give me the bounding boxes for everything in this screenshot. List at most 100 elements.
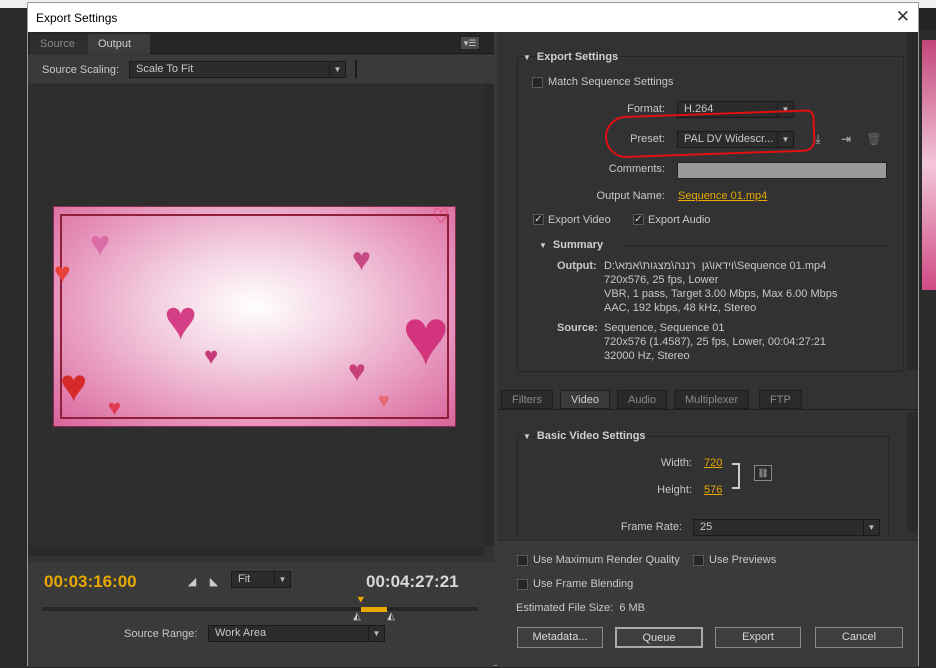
work-area-start-handle-icon[interactable]: ◭ — [351, 611, 363, 623]
heart-graphic: ♥ — [108, 395, 122, 420]
tab-audio[interactable]: Audio — [617, 390, 668, 409]
heart-graphic: ♥ — [348, 355, 366, 388]
chevron-down-icon: ▼ — [329, 62, 345, 77]
current-timecode[interactable]: 00:03:16:00 — [44, 572, 137, 592]
tab-video[interactable]: Video — [560, 390, 610, 409]
mark-out-icon[interactable]: ◣ — [208, 575, 220, 588]
frame-blending-label: Use Frame Blending — [533, 578, 634, 590]
aspect-bracket — [732, 463, 740, 489]
tab-multiplexer[interactable]: Multiplexer — [674, 390, 750, 409]
comments-input[interactable] — [677, 162, 887, 179]
summary-title: Summary — [552, 239, 604, 251]
summary-section[interactable]: ▼ Summary — [539, 239, 603, 251]
delete-preset-icon[interactable]: 🗑 — [865, 132, 883, 148]
preview-horizontal-scrollbar[interactable] — [28, 546, 484, 556]
source-range-label: Source Range: — [124, 628, 198, 640]
source-scaling-value: Scale To Fit — [136, 63, 194, 75]
heart-graphic: ♥ — [402, 292, 450, 381]
work-area-bar[interactable] — [361, 607, 387, 612]
source-range-dropdown[interactable]: Work Area ▼ — [208, 625, 385, 642]
export-settings-section[interactable]: ▼ Export Settings — [523, 51, 618, 63]
import-preset-icon[interactable]: ⇥ — [837, 132, 855, 148]
divider — [622, 245, 890, 246]
video-settings-scrollbar[interactable] — [907, 412, 918, 532]
background-preview-peek — [922, 40, 936, 290]
heart-graphic: ♥ — [164, 288, 198, 351]
source-scaling-label: Source Scaling: — [42, 64, 120, 76]
frame-rate-dropdown[interactable]: 25 ▼ — [693, 519, 880, 536]
timeline-controls: 00:03:16:00 ◢ ◣ Fit ▼ 00:04:27:21 ⯆ ◭ ◭ … — [28, 562, 494, 667]
tab-ftp[interactable]: FTP — [759, 390, 802, 409]
export-audio-checkbox[interactable]: ✓ — [633, 214, 644, 225]
use-previews-checkbox[interactable] — [693, 555, 704, 566]
heart-graphic: ♥ — [352, 241, 371, 277]
heart-graphic: ♥ — [60, 359, 88, 411]
tab-filters[interactable]: Filters — [501, 390, 553, 409]
tab-output[interactable]: Output — [88, 34, 150, 54]
metadata-button[interactable]: Metadata... — [517, 627, 603, 648]
heart-graphic: ♥ — [90, 225, 111, 263]
playhead-icon[interactable]: ⯆ — [356, 593, 366, 607]
output-name-link[interactable]: Sequence 01.mp4 — [678, 190, 767, 202]
height-label: Height: — [657, 484, 692, 496]
heart-graphic: ♥ — [378, 390, 390, 412]
summary-output-line: D:\וידאו\גן רננה\מצגות\אמא\Sequence 01.m… — [604, 260, 827, 272]
heart-graphic: ♡ — [432, 206, 450, 228]
frame-blending-checkbox[interactable] — [517, 579, 528, 590]
chevron-down-icon: ▼ — [368, 626, 384, 641]
heart-graphic: ♥ — [204, 343, 219, 370]
preview-panel: Source Output ▾☰ Source Scaling: Scale T… — [28, 32, 494, 667]
match-sequence-checkbox[interactable] — [532, 77, 543, 88]
work-area-end-handle-icon[interactable]: ◭ — [385, 611, 397, 623]
frame-rate-value: 25 — [700, 521, 713, 533]
timeline-track[interactable] — [42, 607, 478, 611]
red-annotation-circle — [604, 109, 816, 159]
frame-rate-label: Frame Rate: — [620, 521, 682, 533]
export-settings-title: Export Settings — [536, 51, 619, 63]
width-value[interactable]: 720 — [704, 457, 722, 469]
panel-menu-icon[interactable]: ▾☰ — [460, 36, 480, 50]
close-icon[interactable]: ✕ — [896, 7, 910, 27]
tab-source[interactable]: Source — [30, 34, 88, 54]
background-right-panel — [918, 30, 936, 668]
mark-in-icon[interactable]: ◢ — [186, 575, 198, 588]
triangle-down-icon: ▼ — [523, 53, 531, 62]
chevron-down-icon: ▼ — [863, 520, 879, 535]
settings-tabs: Filters Video Audio Multiplexer FTP — [497, 390, 918, 410]
source-scaling-dropdown[interactable]: Scale To Fit ▼ — [129, 61, 346, 78]
summary-output-line: VBR, 1 pass, Target 3.00 Mbps, Max 6.00 … — [604, 288, 838, 300]
height-value[interactable]: 576 — [704, 484, 722, 496]
basic-video-section[interactable]: ▼ Basic Video Settings — [523, 430, 646, 442]
cancel-button[interactable]: Cancel — [815, 627, 903, 648]
export-video-label: Export Video — [548, 214, 611, 226]
zoom-dropdown[interactable]: Fit ▼ — [231, 571, 291, 588]
link-icon[interactable]: ⛓ — [754, 465, 772, 481]
preview-tabs: Source Output ▾☰ — [28, 32, 494, 54]
summary-output-label: Output: — [557, 260, 597, 272]
summary-source-line: Sequence, Sequence 01 — [604, 322, 725, 334]
export-video-checkbox[interactable]: ✓ — [533, 214, 544, 225]
summary-output-line: 720x576, 25 fps, Lower — [604, 274, 719, 286]
source-range-value: Work Area — [215, 627, 267, 639]
frame-border — [60, 214, 449, 419]
summary-source-label: Source: — [557, 322, 598, 334]
divider — [355, 60, 357, 78]
background-left-panel — [0, 8, 28, 668]
zoom-value: Fit — [238, 573, 251, 585]
heart-graphic: ♥ — [54, 257, 71, 288]
export-button[interactable]: Export — [715, 627, 801, 648]
preview-vertical-scrollbar[interactable] — [484, 84, 494, 546]
match-sequence-label: Match Sequence Settings — [548, 76, 674, 88]
estimated-file-size: Estimated File Size: 6 MB — [516, 602, 645, 614]
output-name-label: Output Name: — [596, 190, 665, 202]
max-render-label: Use Maximum Render Quality — [533, 554, 680, 566]
triangle-down-icon: ▼ — [523, 432, 531, 441]
window-title: Export Settings — [36, 11, 118, 25]
video-preview-area: ♥ ♥ ♥ ♥ ♥ ♥ ♥ ♥ ♥ ♡ ♥ — [28, 84, 484, 546]
source-scaling-row: Source Scaling: Scale To Fit ▼ — [28, 55, 494, 83]
title-bar: Export Settings ✕ — [28, 3, 918, 32]
summary-source-line: 720x576 (1.4587), 25 fps, Lower, 00:04:2… — [604, 336, 826, 348]
max-render-checkbox[interactable] — [517, 555, 528, 566]
queue-button[interactable]: Queue — [615, 627, 703, 648]
settings-scrollbar[interactable] — [907, 32, 918, 370]
